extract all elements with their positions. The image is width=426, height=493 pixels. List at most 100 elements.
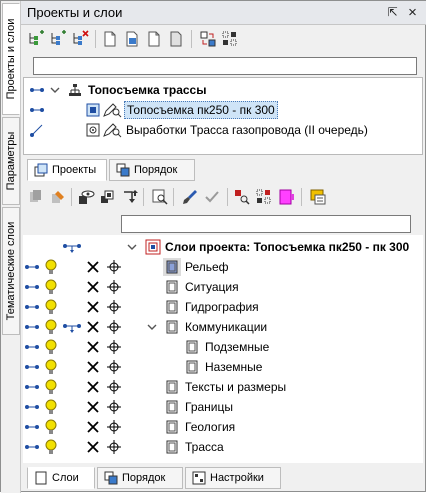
highlight-layer-icon[interactable] <box>277 188 295 206</box>
project-layers-icon <box>145 239 161 255</box>
layer-row[interactable]: Рельеф <box>23 257 423 277</box>
layer-row[interactable]: Наземные <box>23 357 423 377</box>
chevron-down-icon[interactable] <box>147 322 157 332</box>
layer-paint-icon[interactable] <box>49 188 67 206</box>
crosshair-icon[interactable] <box>107 400 121 414</box>
lightbulb-icon[interactable] <box>45 279 57 295</box>
layer-row[interactable]: Геология <box>23 417 423 437</box>
side-tab-thematic-layers[interactable]: Тематические слои <box>2 207 20 335</box>
editable-cross-icon[interactable] <box>87 341 99 353</box>
add-project-tree-icon[interactable] <box>27 30 45 48</box>
layers-root-row[interactable]: Слои проекта: Топосъемка пк250 - пк 300 <box>23 237 423 257</box>
connector-icon[interactable] <box>25 424 39 430</box>
new-document-icon[interactable] <box>101 30 119 48</box>
project-tree-item[interactable]: Выработки Трасса газопровода (II очередь… <box>24 120 422 140</box>
layer-row[interactable]: Коммуникации <box>23 317 423 337</box>
crosshair-icon[interactable] <box>107 360 121 374</box>
brush-icon[interactable] <box>181 188 199 206</box>
chevron-down-icon[interactable] <box>127 242 137 252</box>
layer-search-icon[interactable] <box>151 188 169 206</box>
layer-label: Коммуникации <box>185 320 268 334</box>
lightbulb-icon[interactable] <box>45 439 57 455</box>
tree-structure-icon <box>69 84 81 96</box>
editable-cross-icon[interactable] <box>87 281 99 293</box>
connector-icon[interactable] <box>25 324 39 330</box>
tab-projects[interactable]: Проекты <box>27 159 107 181</box>
editable-cross-icon[interactable] <box>87 441 99 453</box>
connector-icon[interactable] <box>25 444 39 450</box>
crosshair-icon[interactable] <box>107 300 121 314</box>
connector-icon[interactable] <box>25 384 39 390</box>
connector-icon[interactable] <box>25 304 39 310</box>
connector-branch-icon[interactable] <box>63 322 81 334</box>
move-layer-icon[interactable] <box>121 188 139 206</box>
lightbulb-icon[interactable] <box>45 339 57 355</box>
editable-cross-icon[interactable] <box>87 361 99 373</box>
lightbulb-icon[interactable] <box>45 359 57 375</box>
editable-cross-icon[interactable] <box>87 261 99 273</box>
layer-row[interactable]: Тексты и размеры <box>23 377 423 397</box>
layer-copy-icon[interactable] <box>27 188 45 206</box>
connector-icon[interactable] <box>25 264 39 270</box>
layer-icon <box>186 340 198 354</box>
layers-search-input[interactable] <box>121 215 411 233</box>
layer-row[interactable]: Подземные <box>23 337 423 357</box>
lightbulb-icon[interactable] <box>45 379 57 395</box>
tab-order[interactable]: Порядок <box>109 159 195 181</box>
chevron-down-icon[interactable] <box>50 85 60 95</box>
editable-cross-icon[interactable] <box>87 381 99 393</box>
tab-bottom-order[interactable]: Порядок <box>97 467 183 489</box>
tab-layers[interactable]: Слои <box>27 467 95 489</box>
layer-icon <box>166 400 178 414</box>
visibility-layers-icon[interactable] <box>77 188 95 206</box>
check-icon[interactable] <box>203 188 221 206</box>
editable-cross-icon[interactable] <box>87 321 99 333</box>
layer-grid-icon[interactable] <box>221 30 239 48</box>
layer-row[interactable]: Границы <box>23 397 423 417</box>
crosshair-icon[interactable] <box>107 320 121 334</box>
editable-cross-icon[interactable] <box>87 301 99 313</box>
layer-icon <box>166 280 178 294</box>
connector-icon[interactable] <box>25 344 39 350</box>
editable-cross-icon[interactable] <box>87 421 99 433</box>
find-object-icon[interactable] <box>233 188 251 206</box>
layer-icon <box>166 380 178 394</box>
project-tree-root-label: Топосъемка трассы <box>88 83 207 97</box>
close-button[interactable]: × <box>405 5 420 20</box>
pin-button[interactable]: ⇱ <box>385 5 400 20</box>
add-item-tree-icon[interactable] <box>49 30 67 48</box>
open-document-icon[interactable] <box>123 30 141 48</box>
lightbulb-icon[interactable] <box>45 319 57 335</box>
lightbulb-icon[interactable] <box>45 399 57 415</box>
layer-row[interactable]: Трасса <box>23 437 423 457</box>
lightbulb-icon[interactable] <box>45 259 57 275</box>
document-icon[interactable] <box>145 30 163 48</box>
connector-icon[interactable] <box>25 404 39 410</box>
layer-label: Гидрография <box>185 300 259 314</box>
connector-icon[interactable] <box>25 284 39 290</box>
layer-stack-icon[interactable] <box>99 188 117 206</box>
layer-row[interactable]: Ситуация <box>23 277 423 297</box>
connector-icon[interactable] <box>25 364 39 370</box>
delete-tree-item-icon[interactable] <box>71 30 89 48</box>
projects-search-input[interactable] <box>33 57 417 75</box>
select-grid-icon[interactable] <box>255 188 273 206</box>
editable-cross-icon[interactable] <box>87 401 99 413</box>
crosshair-icon[interactable] <box>107 440 121 454</box>
crosshair-icon[interactable] <box>107 380 121 394</box>
project-tree-root[interactable]: Топосъемка трассы <box>24 80 422 100</box>
layer-properties-icon[interactable] <box>309 188 327 206</box>
crosshair-icon[interactable] <box>107 280 121 294</box>
side-tab-parameters[interactable]: Параметры <box>2 117 20 205</box>
layer-row[interactable]: Гидрография <box>23 297 423 317</box>
crosshair-icon[interactable] <box>107 260 121 274</box>
document-gray-icon[interactable] <box>167 30 185 48</box>
sync-layers-icon[interactable] <box>199 30 217 48</box>
side-tab-projects-layers[interactable]: Проекты и слои <box>2 3 20 115</box>
lightbulb-icon[interactable] <box>45 299 57 315</box>
tab-settings[interactable]: Настройки <box>185 467 281 489</box>
crosshair-icon[interactable] <box>107 340 121 354</box>
lightbulb-icon[interactable] <box>45 419 57 435</box>
project-tree-item[interactable]: Топосъемка пк250 - пк 300 <box>24 100 422 120</box>
crosshair-icon[interactable] <box>107 420 121 434</box>
